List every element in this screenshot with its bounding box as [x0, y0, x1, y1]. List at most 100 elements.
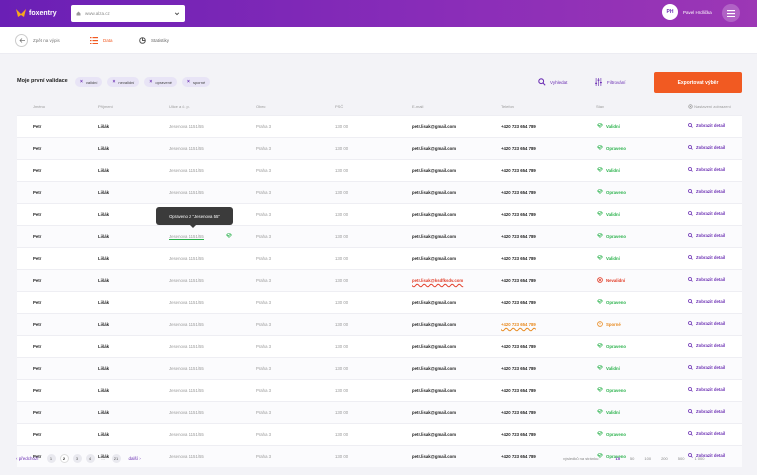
close-icon[interactable]: × [149, 79, 152, 85]
gear-icon [688, 104, 693, 109]
tab-data[interactable]: Data [90, 37, 113, 44]
show-detail-link[interactable]: Zobrazit detail [688, 189, 725, 194]
table-row[interactable]: PetrLišákJesenova 1151/55Praha 3130 00pe… [17, 225, 742, 247]
email-cell: petr.lisak@gmail.com [412, 212, 457, 217]
status-badge: Validní [597, 365, 620, 371]
zip-cell: 130 00 [335, 432, 349, 437]
detail-label: Zobrazit detail [696, 167, 726, 172]
search-icon [688, 387, 693, 392]
page-button[interactable]: 21 [111, 454, 121, 463]
show-detail-link[interactable]: Zobrazit detail [688, 343, 725, 348]
menu-button[interactable] [722, 4, 740, 22]
table-row[interactable]: PetrLišákJesenova 1151/55Praha 3130 00pe… [17, 269, 742, 291]
detail-label: Zobrazit detail [696, 365, 726, 370]
table-row[interactable]: PetrLišákJesenova 1151/55Praha 3130 00pe… [17, 181, 742, 203]
export-button[interactable]: Exportovat výběr [654, 72, 742, 93]
show-detail-link[interactable]: Zobrazit detail [688, 387, 725, 392]
per-page-option[interactable]: 50 [630, 456, 634, 461]
status-badge: Validní [597, 409, 620, 415]
city-cell: Praha 3 [256, 190, 272, 195]
table-row[interactable]: PetrLišákJesenova 1151/55Praha 3130 00pe… [17, 291, 742, 313]
page-button-current[interactable]: 2 [59, 454, 69, 463]
page-button[interactable]: 1 [46, 454, 56, 463]
city-cell: Praha 3 [256, 388, 272, 393]
next-page-link[interactable]: další › [129, 456, 141, 461]
filter-chip-corrected[interactable]: × opravené [144, 77, 178, 87]
city-cell: Praha 3 [256, 300, 272, 305]
last-name-cell: Lišák [98, 212, 109, 217]
table-row[interactable]: PetrLišákJesenova 1151/55Praha 3130 00pe… [17, 137, 742, 159]
show-detail-link[interactable]: Zobrazit detail [688, 321, 725, 326]
page-button[interactable]: 3 [72, 454, 82, 463]
email-cell: petr.lisak@gmail.com [412, 300, 457, 305]
search-icon [688, 409, 693, 414]
close-icon[interactable]: × [187, 79, 190, 85]
table-row[interactable]: PetrLišákJesenova 1151/55Praha 3130 00pe… [17, 247, 742, 269]
show-detail-link[interactable]: Zobrazit detail [688, 123, 725, 128]
table-row[interactable]: PetrLišákJesenova 1151/55Praha 3130 00pe… [17, 379, 742, 401]
show-detail-link[interactable]: Zobrazit detail [688, 409, 725, 414]
per-page-option[interactable]: 100 [644, 456, 651, 461]
city-cell: Praha 3 [256, 256, 272, 261]
detail-label: Zobrazit detail [696, 387, 726, 392]
show-detail-link[interactable]: Zobrazit detail [688, 431, 725, 436]
column-header[interactable]: Ulice a č. p. [169, 104, 190, 109]
view-settings[interactable]: Nastavení zobrazení [688, 104, 731, 109]
user-name: Pavel Hrdlička [683, 9, 712, 15]
city-cell: Praha 3 [256, 234, 272, 239]
page-button[interactable]: 4 [85, 454, 95, 463]
show-detail-link[interactable]: Zobrazit detail [688, 233, 725, 238]
zip-cell: 130 00 [335, 300, 349, 305]
show-detail-link[interactable]: Zobrazit detail [688, 167, 725, 172]
show-detail-link[interactable]: Zobrazit detail [688, 299, 725, 304]
first-name-cell: Petr [33, 124, 42, 129]
status-label: Validní [606, 255, 620, 261]
per-page-option[interactable]: 200 [661, 456, 668, 461]
close-icon[interactable]: × [80, 79, 83, 85]
show-detail-link[interactable]: Zobrazit detail [688, 211, 725, 216]
column-header[interactable]: Stav [596, 104, 604, 109]
close-icon[interactable]: × [112, 79, 115, 85]
project-selector[interactable]: www.alza.cz [71, 5, 185, 22]
filter-button[interactable]: Filtrování [594, 78, 626, 86]
column-header[interactable]: E-mail [412, 104, 423, 109]
pie-chart-icon [139, 37, 146, 44]
detail-label: Zobrazit detail [696, 343, 726, 348]
table-row[interactable]: PetrLišákJesenova 1151/55Praha 3130 00pe… [17, 313, 742, 335]
table-row[interactable]: PetrLišákJesenova 1151/55Praha 3130 00pe… [17, 423, 742, 445]
table-row[interactable]: PetrLišákJesenova 1151/55Praha 3130 00pe… [17, 357, 742, 379]
user-menu[interactable]: PH Pavel Hrdlička [662, 4, 712, 20]
table-row[interactable]: PetrLišákJesenova 1151/55Praha 3130 00pe… [17, 401, 742, 423]
show-detail-link[interactable]: Zobrazit detail [688, 255, 725, 260]
phone-cell: +420 723 654 789 [501, 234, 536, 239]
per-page-option[interactable]: 500 [678, 456, 685, 461]
back-button[interactable]: Zpět na výpis [15, 34, 60, 47]
city-cell: Praha 3 [256, 124, 272, 129]
corrected-badge-icon [597, 431, 603, 437]
column-header[interactable]: Obec [256, 104, 266, 109]
table-row[interactable]: PetrLišákJesenova 1151/55Praha 3130 00pe… [17, 159, 742, 181]
brand-logo[interactable]: foxentry [16, 8, 57, 18]
filter-chip-valid[interactable]: × validní [75, 77, 103, 87]
column-header[interactable]: Telefon [501, 104, 514, 109]
tab-statistics[interactable]: Statistiky [139, 37, 169, 44]
filter-chip-disputed[interactable]: × sporné [182, 77, 211, 87]
column-header[interactable]: Příjmení [98, 104, 113, 109]
table-row[interactable]: PetrLišákJesenova 1151/55Praha 3130 00pe… [17, 115, 742, 137]
corrected-badge-icon[interactable] [226, 233, 232, 239]
last-name-cell: Lišák [98, 190, 109, 195]
table-row[interactable]: PetrLišákJesenova 1151/55Praha 3130 00pe… [17, 335, 742, 357]
show-detail-link[interactable]: Zobrazit detail [688, 277, 725, 282]
prev-page-link[interactable]: ‹ předchozí [16, 456, 39, 461]
show-detail-link[interactable]: Zobrazit detail [688, 365, 725, 370]
email-cell: petr.lisak@gmail.com [412, 388, 457, 393]
filter-chip-invalid[interactable]: × nevalidní [107, 77, 140, 87]
per-page-option[interactable]: 15 [615, 456, 619, 461]
city-cell: Praha 3 [256, 366, 272, 371]
column-header[interactable]: Jméno [33, 104, 45, 109]
per-page-option[interactable]: 1 000 [694, 456, 704, 461]
search-button[interactable]: Vyhledat [538, 78, 567, 86]
table-row[interactable]: PetrLišákJesenova 1151/55Praha 3130 00pe… [17, 203, 742, 225]
column-header[interactable]: PSČ [335, 104, 343, 109]
show-detail-link[interactable]: Zobrazit detail [688, 145, 725, 150]
